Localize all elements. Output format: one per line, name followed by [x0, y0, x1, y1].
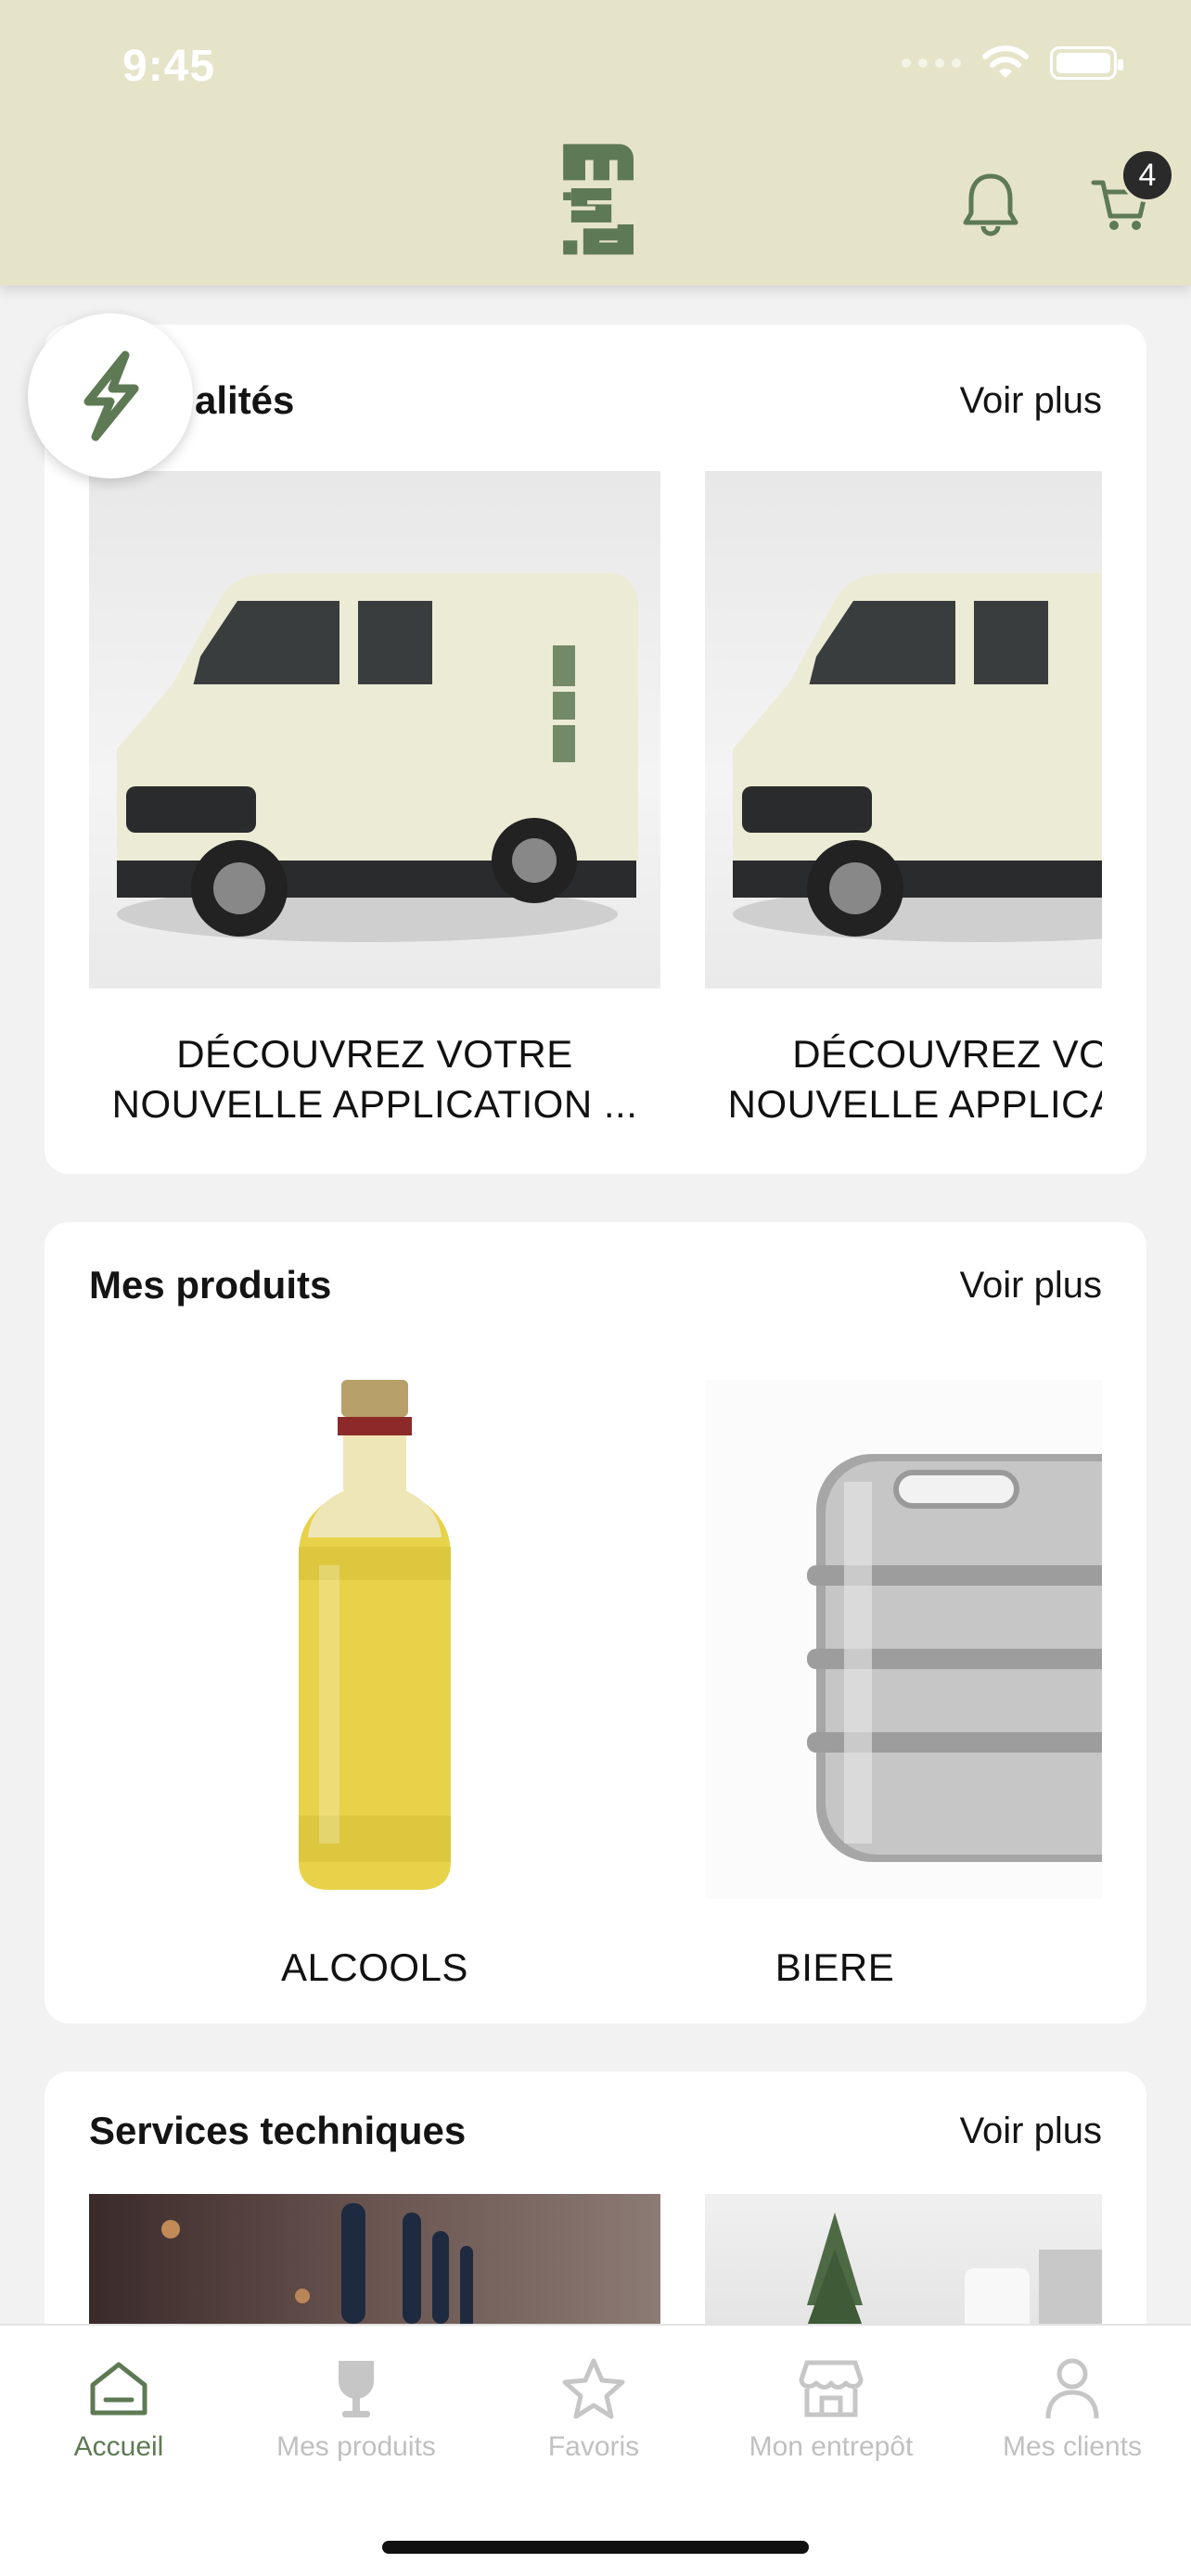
tab-label: Mes clients — [1002, 2431, 1143, 2462]
wifi-icon — [982, 45, 1029, 78]
news-item[interactable]: DÉCOUVREZ VOTRE NOUVELLE APPLICATION ... — [705, 471, 1102, 1139]
flash-button[interactable] — [28, 313, 193, 478]
star-icon — [562, 2358, 625, 2419]
services-see-more-link[interactable]: Voir plus — [960, 2111, 1102, 2152]
cart-count-badge: 4 — [1121, 148, 1174, 202]
keg-image — [705, 1352, 1102, 1927]
tab-label: Favoris — [547, 2431, 640, 2462]
store-icon — [799, 2360, 864, 2417]
products-card: Mes produits Voir plus ALCOOLS BIERE — [45, 1222, 1146, 2023]
products-see-more-link[interactable]: Voir plus — [960, 1265, 1102, 1307]
bottom-tab-bar: Accueil Mes produits Favoris Mon entrepô… — [0, 2324, 1191, 2576]
tab-label: Accueil — [73, 2431, 164, 2462]
bottle-image — [89, 1352, 660, 1927]
products-title: Mes produits — [89, 1263, 332, 1307]
news-caption: DÉCOUVREZ VOTRE NOUVELLE APPLICATION ... — [727, 1032, 1102, 1126]
notifications-button[interactable] — [954, 167, 1028, 241]
status-time: 9:45 — [122, 42, 216, 91]
services-card: Services techniques Voir plus — [45, 2072, 1146, 2350]
delivery-van-image — [89, 471, 660, 988]
tab-favoris[interactable]: Favoris — [475, 2353, 712, 2463]
signal-icon — [902, 58, 961, 68]
tab-label: Mon entrepôt — [749, 2431, 914, 2462]
tab-mes-produits[interactable]: Mes produits — [237, 2353, 475, 2463]
product-category-label: ALCOOLS — [281, 1945, 468, 1989]
battery-icon — [1050, 46, 1123, 80]
bell-icon — [963, 173, 1018, 236]
tab-label: Mes produits — [276, 2431, 436, 2462]
services-title: Services techniques — [89, 2109, 467, 2152]
news-see-more-link[interactable]: Voir plus — [960, 380, 1102, 422]
user-icon — [1045, 2358, 1099, 2419]
app-header: 9:45 4 — [0, 0, 1191, 286]
msd-logo[interactable] — [519, 130, 675, 271]
home-icon — [90, 2362, 147, 2416]
product-category-biere[interactable]: BIERE — [705, 1352, 1102, 1990]
news-card: alités Voir plus DÉCOUVREZ VOTRE NOUVELL… — [45, 325, 1146, 1174]
cart-button[interactable]: 4 — [1083, 148, 1174, 241]
delivery-van-image — [705, 471, 1102, 988]
news-caption: DÉCOUVREZ VOTRE NOUVELLE APPLICATION ... — [111, 1032, 638, 1126]
tab-mes-clients[interactable]: Mes clients — [954, 2353, 1191, 2463]
lightning-icon — [83, 351, 139, 441]
status-icons — [902, 45, 1123, 82]
home-indicator[interactable] — [382, 2541, 809, 2554]
product-category-alcools[interactable]: ALCOOLS — [89, 1352, 660, 1990]
tab-accueil[interactable]: Accueil — [0, 2353, 237, 2463]
tab-mon-entrepot[interactable]: Mon entrepôt — [712, 2353, 950, 2463]
wine-glass-icon — [339, 2361, 374, 2417]
product-category-label: BIERE — [775, 1945, 895, 1989]
news-item[interactable]: DÉCOUVREZ VOTRE NOUVELLE APPLICATION ... — [89, 471, 660, 1129]
